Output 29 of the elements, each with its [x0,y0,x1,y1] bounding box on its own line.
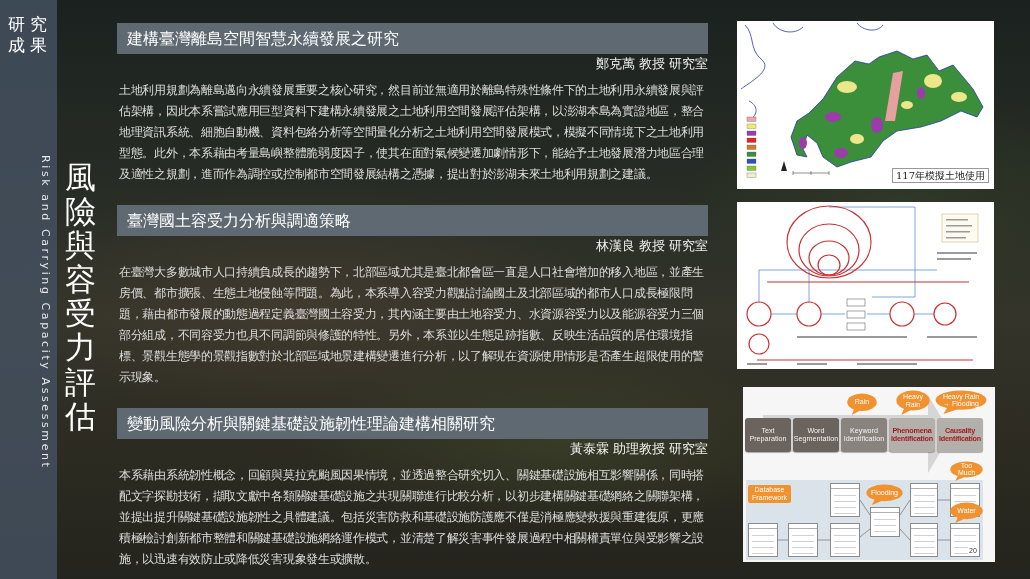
project-description: 本系藉由系統韌性概念，回顧與莫拉克颱風因果情境，並透過整合研究切入、關鍵基礎設施相互影響關係，同時搭配文字探勘技術，擷取文獻中各類關鍵基礎設施之共現關聯進行比較分析，以初步建構關鍵基礎網絡之關聯架構，並提出提升關鍵基礎設施韌性之具體建議。包括災害防救和基礎設施防護應不僅是消極應變救援與重建復原，更應積極檢討創新都市整體和關鍵基礎設施網絡運作模式，並清楚了解災害事件發展過程中相關權責單位與受影響之設施，以迅速有效防止或降低災害現象發生或擴散。 [119,467,705,568]
project-title: 臺灣國土容受力分析與調適策略 [117,205,708,236]
table-icon [830,483,860,517]
table-icon [788,523,818,557]
connector-line [937,499,951,501]
connector-line [899,528,911,541]
connector-line [859,528,871,538]
table-icon [748,523,778,557]
lab-name: 林漢良 教授 研究室 [594,238,708,254]
table-icon [910,483,938,517]
connector-line [859,499,871,516]
table-icon [910,523,938,557]
project-title: 建構臺灣離島空間智慧永續發展之研究 [117,23,708,54]
connector-line [817,539,831,541]
english-subtitle: Risk and Carrying Capacity Assessment [39,155,52,470]
lab-name: 鄭克萬 教授 研究室 [594,56,708,72]
page-title: 風險與容受力評估 [65,160,96,433]
project-description: 在臺灣大多數城市人口持續負成長的趨勢下，北部區域尤其是臺北都會區一直是人口社會增加的移入地區，並產生房價、都市擴張、生態土地侵蝕等問題。為此，本系導入容受力觀點討論國土及北部區域的都市人口成長極限問題，藉由都市發展的動態過程定義臺灣國土容受力，其內涵主要由土地容受力、水資源容受力以及能源容受力三個部分組成，不同容受力也具不同調節與修護的特性。另外，本系並以生態足跡指數、反映生活品質的居住環境指標、景觀生態學的景觀指數對於北部區域地景建構變遷進行分析，以了解現在資源使用情形是否產生超限使用的警示現象。 [119,264,705,386]
section-label: 研究成果 [8,14,53,56]
connector-line [777,539,789,541]
table-icon [950,523,980,557]
connector-line [899,499,911,516]
table-icon [870,507,900,537]
project-description: 土地利用規劃為離島邁向永續發展重要之核心研究，然目前並無適用於離島特殊性條件下的土地利用永續發展與評估架構，因此本系嘗試應用巨型資料下建構永續發展之土地利用空間發展評估架構，以澎湖本島為實證地區，整合地理資訊系統、細胞自動機、資料包絡分析等空間量化分析之土地利用空間發展模式，模擬不同情境下之土地利用型態。此外，本系藉由考量島嶼整體脆弱度因子，使其在面對氣候變遷加劇情形下，能給予土地發展潛力地區合理及適性之規劃，進而作為調控或控制都市空間發展結構之憑據，提出對於澎湖未來土地利用規劃之建議。 [119,82,705,183]
connector-line [937,539,951,541]
map-caption: 117年模擬土地使用 [891,168,989,183]
table-icon [830,523,860,557]
project-title: 變動風險分析與關鍵基礎設施韌性理論建構相關研究 [117,408,708,439]
lab-name: 黃泰霖 助理教授 研究室 [568,441,708,457]
